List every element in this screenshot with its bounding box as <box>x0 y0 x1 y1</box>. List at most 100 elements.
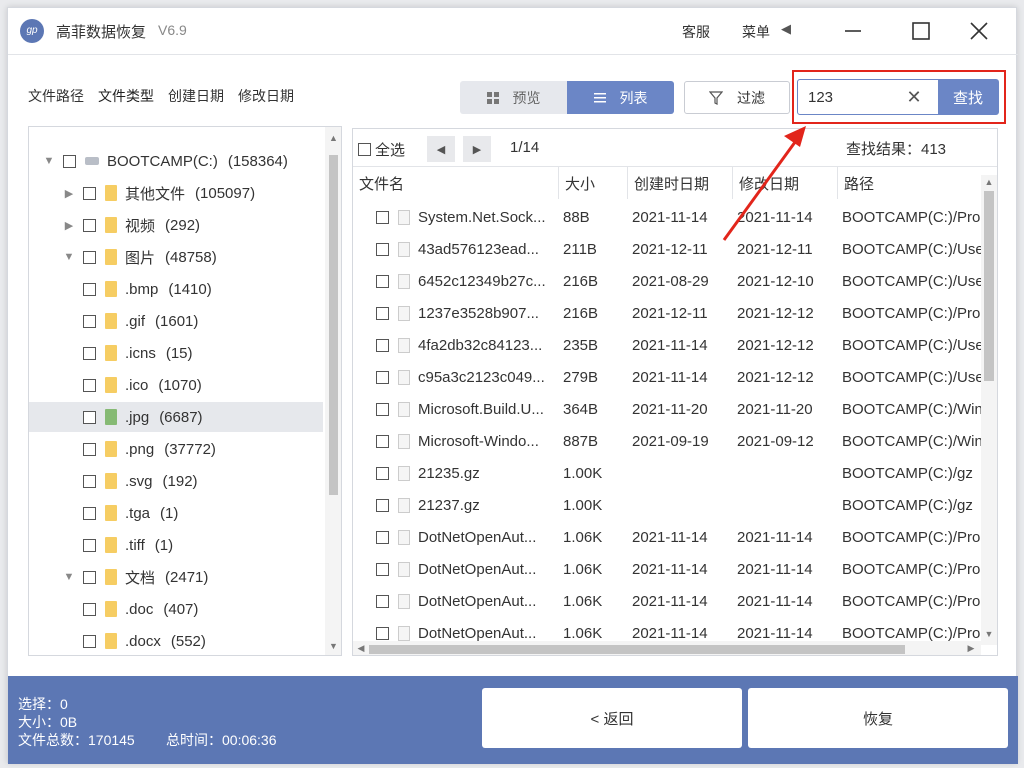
search-button[interactable]: 查找 <box>938 80 998 114</box>
select-all-checkbox[interactable] <box>358 143 371 156</box>
list-vertical-scrollbar[interactable]: ▲ ▼ <box>981 175 997 645</box>
customer-service-link[interactable]: 客服 <box>682 22 710 42</box>
tree-item[interactable]: ▼ BOOTCAMP(C:) (158364) <box>29 146 323 176</box>
row-checkbox[interactable] <box>376 338 389 352</box>
tree-item[interactable]: ▼ 图片 (48758) <box>29 242 323 272</box>
tree-item[interactable]: .icns (15) <box>29 338 323 368</box>
preview-button[interactable]: 预览 <box>460 81 567 114</box>
table-row[interactable]: DotNetOpenAut... 1.06K 2021-11-14 2021-11-1… <box>353 585 981 617</box>
tree-item[interactable]: ▶ 其他文件 (105097) <box>29 178 323 208</box>
menu-caret-icon[interactable]: ◀ <box>781 21 791 37</box>
expanded-chevron-icon[interactable]: ▼ <box>63 251 75 263</box>
scroll-up-icon[interactable]: ▲ <box>325 133 341 143</box>
tree-checkbox[interactable] <box>83 218 96 232</box>
tree-item[interactable]: .bmp (1410) <box>29 274 323 304</box>
tree-checkbox[interactable] <box>83 410 96 424</box>
list-hscroll-thumb[interactable] <box>369 645 905 654</box>
tree-scrollbar[interactable]: ▲ ▼ <box>325 127 341 655</box>
tree-item[interactable]: .png (37772) <box>29 434 323 464</box>
collapsed-chevron-icon[interactable]: ▶ <box>63 187 75 200</box>
filter-button[interactable]: 过滤 <box>684 81 790 114</box>
tree-checkbox[interactable] <box>83 346 96 360</box>
tree-item[interactable]: .gif (1601) <box>29 306 323 336</box>
table-row[interactable]: c95a3c2123c049... 279B 2021-11-14 2021-12-1… <box>353 361 981 393</box>
tree-item[interactable]: .tiff (1) <box>29 530 323 560</box>
row-checkbox[interactable] <box>376 498 389 512</box>
column-header-name[interactable]: 文件名 <box>353 167 559 199</box>
tree-checkbox[interactable] <box>83 442 96 456</box>
row-checkbox[interactable] <box>376 466 389 480</box>
tree-checkbox[interactable] <box>83 186 96 200</box>
tree-item[interactable]: .svg (192) <box>29 466 323 496</box>
list-scroll-down-icon[interactable]: ▼ <box>981 629 997 639</box>
collapsed-chevron-icon[interactable]: ▶ <box>63 219 75 232</box>
recover-button[interactable]: 恢复 <box>748 688 1008 748</box>
tree-checkbox[interactable] <box>63 154 76 168</box>
expanded-chevron-icon[interactable]: ▼ <box>63 571 75 583</box>
list-scroll-up-icon[interactable]: ▲ <box>981 177 997 187</box>
scroll-down-icon[interactable]: ▼ <box>325 641 341 651</box>
tree-checkbox[interactable] <box>83 538 96 552</box>
table-row[interactable]: Microsoft.Build.U... 364B 2021-11-20 2021-1… <box>353 393 981 425</box>
clear-icon[interactable]: ✕ <box>890 80 938 114</box>
row-checkbox[interactable] <box>376 306 389 320</box>
table-row[interactable]: DotNetOpenAut... 1.06K 2021-11-14 2021-11-1… <box>353 553 981 585</box>
tree-checkbox[interactable] <box>83 282 96 296</box>
table-row[interactable]: System.Net.Sock... 88B 2021-11-14 2021-11-1… <box>353 201 981 233</box>
select-all[interactable]: 全选 <box>358 139 405 160</box>
tree-checkbox[interactable] <box>83 634 96 648</box>
tree-checkbox[interactable] <box>83 506 96 520</box>
expanded-chevron-icon[interactable]: ▼ <box>43 155 55 167</box>
table-row[interactable]: 21237.gz 1.00K BOOTCAMP(C:)/gz <box>353 489 981 521</box>
tree-item[interactable]: .tga (1) <box>29 498 323 528</box>
tree-item[interactable]: .jpg (6687) <box>29 402 323 432</box>
close-button[interactable] <box>964 17 994 45</box>
row-checkbox[interactable] <box>376 274 389 288</box>
tree-item[interactable]: .ico (1070) <box>29 370 323 400</box>
row-checkbox[interactable] <box>376 242 389 256</box>
scroll-right-icon[interactable]: ▶ <box>965 643 977 654</box>
row-checkbox[interactable] <box>376 402 389 416</box>
tree-checkbox[interactable] <box>83 314 96 328</box>
table-row[interactable]: 43ad576123ead... 211B 2021-12-11 2021-12-11… <box>353 233 981 265</box>
tree-item[interactable]: ▼ 文档 (2471) <box>29 562 323 592</box>
tree-scroll-thumb[interactable] <box>329 155 338 495</box>
row-checkbox[interactable] <box>376 210 389 224</box>
row-checkbox[interactable] <box>376 434 389 448</box>
row-checkbox[interactable] <box>376 626 389 640</box>
tree-checkbox[interactable] <box>83 602 96 616</box>
tab-created-date[interactable]: 创建日期 <box>168 86 224 106</box>
maximize-button[interactable] <box>906 17 936 45</box>
back-button[interactable]: < 返回 <box>482 688 742 748</box>
table-row[interactable]: DotNetOpenAut... 1.06K 2021-11-14 2021-11-1… <box>353 521 981 553</box>
table-row[interactable]: 21235.gz 1.00K BOOTCAMP(C:)/gz <box>353 457 981 489</box>
list-button[interactable]: 列表 <box>567 81 674 114</box>
column-header-created[interactable]: 创建时日期 <box>628 167 733 199</box>
column-header-modified[interactable]: 修改日期 <box>733 167 838 199</box>
tree-checkbox[interactable] <box>83 474 96 488</box>
tree-checkbox[interactable] <box>83 570 96 584</box>
tree-checkbox[interactable] <box>83 378 96 392</box>
search-input[interactable] <box>798 80 890 114</box>
tree-item[interactable]: .doc (407) <box>29 594 323 624</box>
table-row[interactable]: 1237e3528b907... 216B 2021-12-11 2021-12-12… <box>353 297 981 329</box>
tab-file-path[interactable]: 文件路径 <box>28 86 84 106</box>
row-checkbox[interactable] <box>376 370 389 384</box>
list-scroll-thumb[interactable] <box>984 191 994 381</box>
table-row[interactable]: 4fa2db32c84123... 235B 2021-11-14 2021-12-1… <box>353 329 981 361</box>
column-header-path[interactable]: 路径 <box>838 167 981 199</box>
next-page-button[interactable]: ▶ <box>463 136 491 162</box>
table-row[interactable]: Microsoft-Windo... 887B 2021-09-19 2021-09-… <box>353 425 981 457</box>
minimize-button[interactable] <box>838 17 868 45</box>
column-header-size[interactable]: 大小 <box>559 167 628 199</box>
tab-modified-date[interactable]: 修改日期 <box>238 86 294 106</box>
tree-checkbox[interactable] <box>83 250 96 264</box>
table-row[interactable]: 6452c12349b27c... 216B 2021-08-29 2021-12-1… <box>353 265 981 297</box>
scroll-left-icon[interactable]: ◀ <box>355 643 367 654</box>
tree-item[interactable]: .docx (552) <box>29 626 323 655</box>
tab-file-type[interactable]: 文件类型 <box>98 86 154 106</box>
tree-item[interactable]: ▶ 视频 (292) <box>29 210 323 240</box>
list-horizontal-scrollbar[interactable]: ◀ ▶ <box>353 641 981 655</box>
prev-page-button[interactable]: ◀ <box>427 136 455 162</box>
row-checkbox[interactable] <box>376 562 389 576</box>
